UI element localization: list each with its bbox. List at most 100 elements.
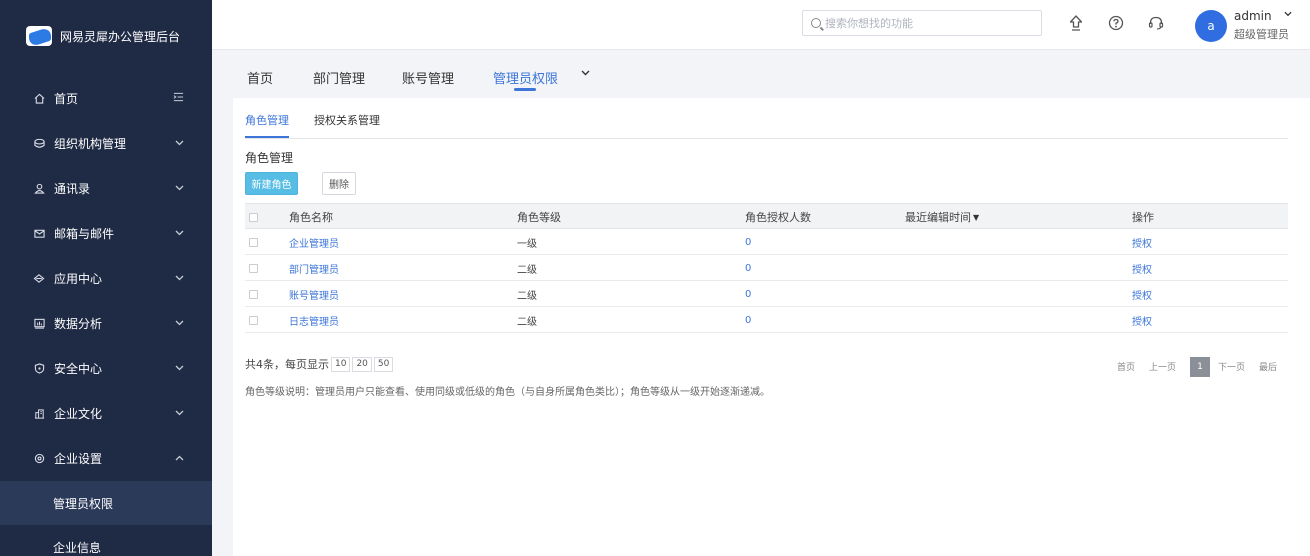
active-subtab-indicator <box>245 136 289 138</box>
collapse-menu-icon[interactable] <box>173 92 184 105</box>
subtab-role-management[interactable]: 角色管理 <box>245 112 289 128</box>
headset-icon[interactable] <box>1147 14 1165 32</box>
authorize-link[interactable]: 授权 <box>1132 281 1152 307</box>
sidebar-item-settings[interactable]: 企业设置 <box>0 436 212 481</box>
sidebar-item-mail[interactable]: 邮箱与邮件 <box>0 211 212 256</box>
sidebar-item-label: 首页 <box>54 92 79 106</box>
header-auth-count: 角色授权人数 <box>745 211 811 224</box>
sidebar-item-org[interactable]: 组织机构管理 <box>0 121 212 166</box>
sidebar-item-home[interactable]: 首页 <box>0 76 212 121</box>
table-row: 日志管理员 二级 0 授权 <box>245 307 1288 333</box>
subtab-authorization[interactable]: 授权关系管理 <box>314 112 380 128</box>
header-actions: 操作 <box>1132 211 1154 224</box>
sidebar-item-analytics[interactable]: 数据分析 <box>0 301 212 346</box>
chevron-down-icon <box>175 318 184 329</box>
home-icon <box>33 93 45 105</box>
authorize-link[interactable]: 授权 <box>1132 229 1152 255</box>
role-level: 二级 <box>517 290 537 302</box>
chevron-down-icon <box>175 183 184 194</box>
chevron-down-icon <box>175 273 184 284</box>
shield-icon <box>33 363 45 375</box>
auth-count-link[interactable]: 0 <box>745 229 751 255</box>
chevron-down-icon <box>175 138 184 149</box>
upload-icon[interactable] <box>1067 14 1085 32</box>
page-size-10[interactable]: 10 <box>331 356 351 372</box>
role-level: 一级 <box>517 238 537 250</box>
tab-department[interactable]: 部门管理 <box>313 68 365 87</box>
header-last-edited[interactable]: 最近编辑时间 ▼ <box>905 204 979 230</box>
last-page-button[interactable]: 最后 <box>1259 360 1277 373</box>
sidebar-menu: 首页 组织机构管理 通讯录 邮箱与邮件 应用中心 数据分析 安全中心 企业文化 … <box>0 76 212 556</box>
sort-down-icon[interactable]: ▼ <box>973 213 979 222</box>
row-checkbox[interactable] <box>249 281 258 307</box>
tab-account[interactable]: 账号管理 <box>402 68 454 87</box>
tab-admin-permissions[interactable]: 管理员权限 <box>493 68 558 87</box>
sidebar-item-label: 企业设置 <box>54 452 103 466</box>
next-page-button[interactable]: 下一页 <box>1218 360 1245 373</box>
current-page[interactable]: 1 <box>1190 356 1211 377</box>
tab-home[interactable]: 首页 <box>247 68 273 87</box>
app-icon <box>33 273 45 285</box>
table-header: 角色名称 角色等级 角色授权人数 最近编辑时间 ▼ 操作 <box>245 203 1288 229</box>
auth-count-link[interactable]: 0 <box>745 281 751 307</box>
chevron-down-icon <box>175 408 184 419</box>
first-page-button[interactable]: 首页 <box>1117 360 1135 373</box>
org-icon <box>33 138 45 150</box>
row-checkbox[interactable] <box>249 229 258 255</box>
new-role-button[interactable]: 新建角色 <box>245 172 298 195</box>
role-name-link[interactable]: 账号管理员 <box>289 281 339 307</box>
culture-icon <box>33 408 45 420</box>
sidebar-subitem-admin-permissions[interactable]: 管理员权限 <box>0 481 212 525</box>
search-box[interactable] <box>802 10 1042 36</box>
section-title: 角色管理 <box>245 151 294 165</box>
sidebar-item-label: 应用中心 <box>54 272 103 286</box>
row-checkbox[interactable] <box>249 255 258 281</box>
sidebar-item-apps[interactable]: 应用中心 <box>0 256 212 301</box>
chevron-up-icon <box>175 453 184 464</box>
sidebar-item-contacts[interactable]: 通讯录 <box>0 166 212 211</box>
role-name-link[interactable]: 企业管理员 <box>289 229 339 255</box>
sidebar-item-label: 数据分析 <box>54 317 103 331</box>
table-row: 部门管理员 二级 0 授权 <box>245 255 1288 281</box>
role-name-link[interactable]: 部门管理员 <box>289 255 339 281</box>
avatar[interactable]: a <box>1195 10 1227 42</box>
header-last-edited-label: 最近编辑时间 <box>905 211 971 224</box>
prev-page-button[interactable]: 上一页 <box>1149 360 1176 373</box>
user-name[interactable]: admin <box>1234 9 1272 23</box>
help-icon[interactable] <box>1107 14 1125 32</box>
pagination-summary: 共4条，每页显示 10 20 50 <box>245 356 394 372</box>
auth-count-link[interactable]: 0 <box>745 307 751 333</box>
chevron-down-icon <box>175 363 184 374</box>
chevron-down-icon[interactable] <box>581 68 590 79</box>
select-all-checkbox[interactable] <box>249 204 258 230</box>
role-level-note: 角色等级说明：管理员用户只能查看、使用同级或低级的角色（与自身所属角色类比）；角… <box>245 387 770 398</box>
sidebar-item-label: 邮箱与邮件 <box>54 227 115 241</box>
brand[interactable]: 网易灵犀办公管理后台 <box>0 0 212 72</box>
sidebar-item-culture[interactable]: 企业文化 <box>0 391 212 436</box>
header-role-name: 角色名称 <box>289 211 333 224</box>
page-size-50[interactable]: 50 <box>373 356 394 372</box>
table-row: 企业管理员 一级 0 授权 <box>245 229 1288 255</box>
page-size-20[interactable]: 20 <box>352 356 372 372</box>
sidebar-item-label: 组织机构管理 <box>54 137 127 151</box>
delete-button[interactable]: 删除 <box>322 172 356 195</box>
contacts-icon <box>33 183 45 195</box>
mail-icon <box>33 228 45 240</box>
authorize-link[interactable]: 授权 <box>1132 307 1152 333</box>
search-icon <box>811 18 821 28</box>
settings-icon <box>33 453 45 465</box>
topbar: a admin 超级管理员 <box>212 0 1310 50</box>
auth-count-link[interactable]: 0 <box>745 255 751 281</box>
authorize-link[interactable]: 授权 <box>1132 255 1152 281</box>
header-role-level: 角色等级 <box>517 211 561 224</box>
active-tab-indicator <box>514 88 536 91</box>
sidebar-subitem-company-info[interactable]: 企业信息 <box>0 525 212 556</box>
role-name-link[interactable]: 日志管理员 <box>289 307 339 333</box>
sidebar-item-security[interactable]: 安全中心 <box>0 346 212 391</box>
chevron-down-icon[interactable] <box>1284 9 1292 20</box>
sidebar-item-label: 安全中心 <box>54 362 103 376</box>
chart-icon <box>33 318 45 330</box>
search-input[interactable] <box>825 16 1025 30</box>
row-checkbox[interactable] <box>249 307 258 333</box>
role-level: 二级 <box>517 316 537 328</box>
